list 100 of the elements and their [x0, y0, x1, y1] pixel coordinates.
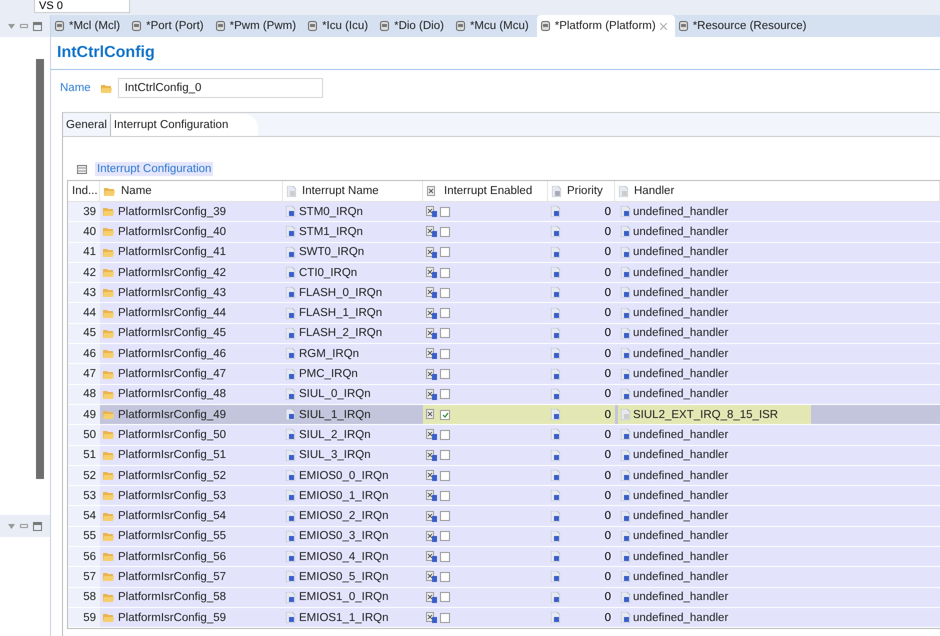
top-field[interactable]: VS 0 [34, 0, 130, 13]
interrupt-name-cell: EMIOS0_3_IRQn [299, 530, 388, 542]
editor-tab[interactable]: *Icu (Icu) [304, 15, 376, 37]
enabled-checkbox[interactable] [440, 247, 450, 258]
table-row[interactable]: 46 PlatformIsrConfig_46 RGM_IRQn 0 undefined_handler [68, 344, 940, 364]
table-row[interactable]: 40 PlatformIsrConfig_40 STM1_IRQn 0 undefined_handler [68, 222, 940, 243]
enabled-checkbox[interactable] [440, 511, 450, 522]
module-icon [216, 20, 226, 32]
name-cell: PlatformIsrConfig_49 [118, 408, 226, 421]
variable-icon [426, 308, 437, 319]
minimize-icon[interactable] [20, 24, 28, 28]
close-icon[interactable] [660, 22, 667, 30]
table-row[interactable]: 58 PlatformIsrConfig_58 EMIOS1_0_IRQn 0 undefined_handler [68, 588, 940, 608]
table-row[interactable]: 44 PlatformIsrConfig_44 FLASH_1_IRQn 0 undefined_handler [68, 303, 940, 324]
folder-icon [103, 207, 114, 216]
interrupt-name-cell: PMC_IRQn [299, 368, 358, 380]
enabled-checkbox[interactable] [440, 226, 450, 237]
editor-tab[interactable]: *Resource (Resource) [674, 15, 814, 37]
editor-tab[interactable]: *Platform (Platform) [536, 15, 675, 37]
column-header[interactable]: Handler [615, 181, 940, 201]
enabled-checkbox[interactable] [440, 552, 450, 562]
enabled-checkbox[interactable] [440, 572, 450, 582]
priority-cell-text: 0 [604, 307, 612, 320]
column-header[interactable]: Interrupt Enabled [423, 181, 548, 201]
table-row[interactable]: 45 PlatformIsrConfig_45 FLASH_2_IRQn 0 undefined_handler [68, 324, 940, 344]
folder-icon [103, 308, 114, 318]
document-icon [551, 267, 560, 278]
enabled-checkbox[interactable] [440, 308, 450, 318]
editor-tab[interactable]: *Dio (Dio) [376, 15, 452, 37]
handler-cell: undefined_handler [633, 206, 728, 218]
document-icon [286, 450, 295, 461]
table-row[interactable]: 56 PlatformIsrConfig_56 EMIOS0_4_IRQn 0 undefined_handler [68, 547, 940, 568]
document-icon [551, 490, 560, 502]
table-row[interactable]: 49 PlatformIsrConfig_49 SIUL_1_IRQn 0 SIUL2_EXT_IRQ_8_15_ISR [68, 404, 940, 426]
column-header[interactable]: Ind... [68, 181, 100, 201]
interrupt-name-cell: STM1_IRQn [299, 226, 363, 238]
interrupt-name-cell: FLASH_1_IRQn [299, 307, 382, 320]
enabled-checkbox[interactable] [440, 369, 450, 380]
handler-cell: undefined_handler [633, 428, 728, 441]
table-row[interactable]: 42 PlatformIsrConfig_42 CTI0_IRQn 0 undefined_handler [68, 262, 940, 284]
enabled-checkbox[interactable] [440, 288, 450, 298]
enabled-checkbox[interactable] [440, 348, 450, 359]
table-row[interactable]: 53 PlatformIsrConfig_53 EMIOS0_1_IRQn 0 undefined_handler [68, 486, 940, 506]
editor-tab[interactable]: *Mcu (Mcu) [452, 15, 537, 37]
folder-icon [103, 552, 114, 562]
table-row[interactable]: 41 PlatformIsrConfig_41 SWT0_IRQn 0 undefined_handler [68, 242, 940, 263]
column-header[interactable]: Interrupt Name [283, 181, 423, 201]
name-cell: PlatformIsrConfig_59 [118, 612, 226, 624]
maximize-icon[interactable] [33, 522, 42, 530]
enabled-checkbox[interactable] [440, 430, 450, 440]
enabled-checkbox[interactable] [440, 410, 450, 420]
enabled-checkbox[interactable] [440, 206, 450, 217]
column-header[interactable]: Name [100, 181, 283, 201]
name-input[interactable]: IntCtrlConfig_0 [118, 78, 323, 98]
table-row[interactable]: 57 PlatformIsrConfig_57 EMIOS0_5_IRQn 0 undefined_handler [68, 567, 940, 588]
table-row[interactable]: 54 PlatformIsrConfig_54 EMIOS0_2_IRQn 0 undefined_handler [68, 506, 940, 527]
document-icon [551, 470, 560, 481]
document-icon [551, 510, 560, 522]
column-header[interactable]: Priority [548, 181, 615, 201]
document-icon [621, 510, 630, 522]
variable-icon [426, 530, 437, 542]
table-row[interactable]: 39 PlatformIsrConfig_39 STM0_IRQn 0 undefined_handler [68, 202, 940, 222]
page-title: IntCtrlConfig [57, 44, 155, 62]
enabled-checkbox[interactable] [440, 531, 450, 542]
priority-cell-text: 0 [604, 408, 612, 421]
enabled-checkbox[interactable] [440, 592, 450, 602]
document-icon [621, 368, 630, 380]
maximize-icon[interactable] [33, 22, 42, 30]
index-cell: 40 [68, 222, 100, 242]
table-row[interactable]: 55 PlatformIsrConfig_55 EMIOS0_3_IRQn 0 undefined_handler [68, 526, 940, 548]
enabled-checkbox[interactable] [440, 612, 450, 623]
enabled-checkbox[interactable] [440, 268, 450, 278]
variable-icon [426, 226, 437, 238]
enabled-checkbox[interactable] [440, 470, 450, 480]
enabled-checkbox[interactable] [440, 328, 450, 338]
enabled-checkbox[interactable] [440, 389, 450, 400]
editor-tab[interactable]: *Port (Port) [128, 15, 212, 37]
sub-tab[interactable]: Interrupt Configuration [110, 114, 258, 136]
editor-tab[interactable]: *Pwm (Pwm) [212, 15, 304, 37]
editor-tab[interactable]: *Mcl (Mcl) [51, 15, 128, 37]
view-menu-icon[interactable] [8, 24, 15, 28]
table-row[interactable]: 47 PlatformIsrConfig_47 PMC_IRQn 0 undefined_handler [68, 364, 940, 385]
priority-cell-text: 0 [604, 206, 612, 218]
minimize-icon[interactable] [20, 524, 28, 528]
table-row[interactable]: 52 PlatformIsrConfig_52 EMIOS0_0_IRQn 0 undefined_handler [68, 466, 940, 486]
enabled-checkbox[interactable] [440, 490, 450, 501]
table-row[interactable]: 50 PlatformIsrConfig_50 SIUL_2_IRQn 0 undefined_handler [68, 425, 940, 446]
handler-cell: undefined_handler [633, 226, 728, 238]
table-row[interactable]: 51 PlatformIsrConfig_51 SIUL_3_IRQn 0 undefined_handler [68, 446, 940, 466]
document-icon [621, 409, 630, 420]
view-menu-icon[interactable] [8, 524, 15, 528]
scrollbar[interactable] [36, 59, 44, 479]
table-row[interactable]: 43 PlatformIsrConfig_43 FLASH_0_IRQn 0 undefined_handler [68, 283, 940, 304]
variable-icon [426, 571, 437, 582]
folder-icon [103, 268, 114, 278]
table-row[interactable]: 48 PlatformIsrConfig_48 SIUL_0_IRQn 0 undefined_handler [68, 384, 940, 405]
enabled-checkbox[interactable] [440, 450, 450, 460]
table-row[interactable]: 59 PlatformIsrConfig_59 EMIOS1_1_IRQn 0 undefined_handler [68, 608, 940, 628]
handler-cell: undefined_handler [633, 490, 728, 502]
variable-icon [426, 368, 437, 380]
